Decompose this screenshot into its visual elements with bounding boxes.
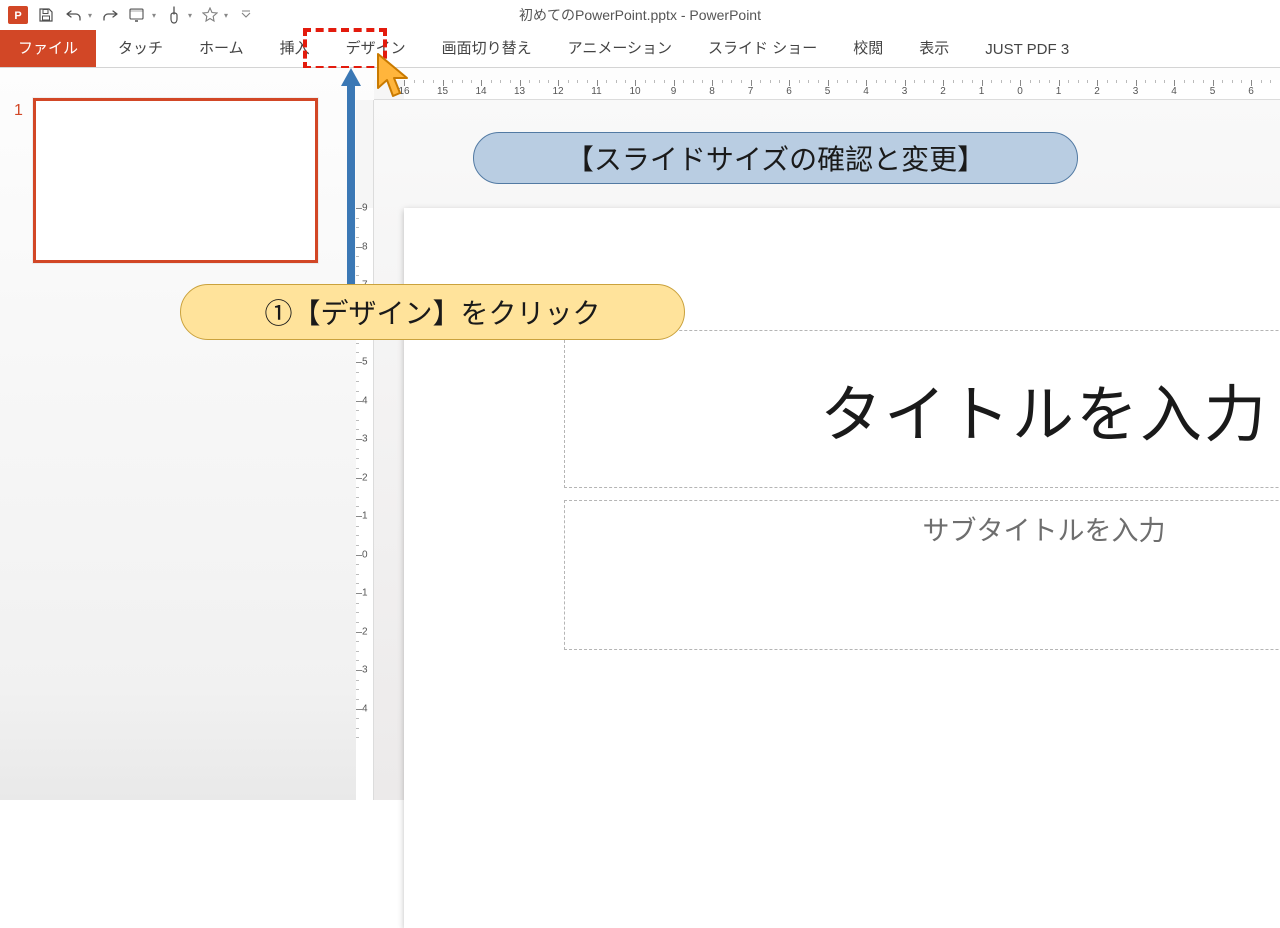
ruler-h-label: 2 <box>940 86 946 97</box>
ruler-v-label: 2 <box>362 472 368 483</box>
undo-icon[interactable] <box>62 4 86 26</box>
ruler-v-label: 3 <box>362 665 368 676</box>
tab-animations[interactable]: アニメーション <box>550 27 690 67</box>
ruler-h-label: 3 <box>902 86 908 97</box>
ruler-v-label: 8 <box>362 241 368 252</box>
tab-view[interactable]: 表示 <box>901 27 967 67</box>
ruler-h-label: 8 <box>709 86 715 97</box>
ruler-h-label: 15 <box>437 86 448 97</box>
annotation-step1-balloon: ①【デザイン】をクリック <box>180 284 685 340</box>
tab-justpdf[interactable]: JUST PDF 3 <box>967 31 1087 67</box>
slide-canvas[interactable]: タイトルを入力 サブタイトルを入力 <box>374 100 1280 800</box>
ruler-h-label: 0 <box>1017 86 1023 97</box>
ruler-horizontal[interactable]: 161514131211109876543210123456 <box>374 80 1280 100</box>
title-bar: P ▾ ▾ ▾ ▾ 初めてのPowerPoint.pptx - PowerPoi… <box>0 0 1280 30</box>
ruler-h-label: 11 <box>591 86 601 97</box>
favorite-star-icon[interactable] <box>198 4 222 26</box>
slideshow-dropdown-arrow-icon[interactable]: ▾ <box>152 11 156 20</box>
powerpoint-app-icon: P <box>6 3 30 27</box>
ruler-v-label: 9 <box>362 203 368 214</box>
slideshow-from-start-icon[interactable] <box>126 4 150 26</box>
touch-mode-icon[interactable] <box>162 4 186 26</box>
ruler-h-label: 10 <box>629 86 640 97</box>
title-placeholder-text: タイトルを入力 <box>820 364 1268 454</box>
ruler-h-label: 12 <box>552 86 563 97</box>
ruler-h-label: 14 <box>475 86 486 97</box>
ruler-h-label: 5 <box>825 86 831 97</box>
ruler-h-label: 6 <box>786 86 792 97</box>
customize-qat-icon[interactable] <box>234 4 258 26</box>
tab-slideshow[interactable]: スライド ショー <box>690 27 835 67</box>
ribbon-tabs: ファイル タッチ ホーム 挿入 デザイン 画面切り替え アニメーション スライド… <box>0 30 1280 68</box>
ruler-h-label: 2 <box>1094 86 1100 97</box>
ruler-h-label: 4 <box>1171 86 1177 97</box>
ruler-h-label: 1 <box>979 86 985 97</box>
star-dropdown-arrow-icon[interactable]: ▾ <box>224 11 228 20</box>
tab-insert[interactable]: 挿入 <box>262 27 328 67</box>
subtitle-placeholder[interactable]: サブタイトルを入力 <box>564 500 1280 650</box>
title-placeholder[interactable]: タイトルを入力 <box>564 330 1280 488</box>
ruler-vertical[interactable]: 98765432101234 <box>356 100 374 800</box>
tab-review[interactable]: 校閲 <box>835 27 901 67</box>
tab-file[interactable]: ファイル <box>0 27 96 67</box>
ruler-v-label: 5 <box>362 357 368 368</box>
ruler-h-label: 13 <box>514 86 525 97</box>
annotation-title-balloon: 【スライドサイズの確認と変更】 <box>473 132 1078 184</box>
ruler-v-label: 1 <box>362 511 368 522</box>
annotation-title-text: 【スライドサイズの確認と変更】 <box>566 138 985 178</box>
ruler-v-label: 4 <box>362 703 368 714</box>
ruler-v-label: 4 <box>362 395 368 406</box>
slide-thumbnail-1[interactable] <box>33 98 318 263</box>
undo-dropdown-arrow-icon[interactable]: ▾ <box>88 11 92 20</box>
ruler-v-label: 2 <box>362 626 368 637</box>
tab-home[interactable]: ホーム <box>181 27 262 67</box>
redo-icon[interactable] <box>98 4 122 26</box>
ruler-h-label: 16 <box>398 86 409 97</box>
ruler-h-label: 1 <box>1056 86 1062 97</box>
annotation-step1-text: ①【デザイン】をクリック <box>264 292 600 332</box>
tab-design[interactable]: デザイン <box>328 27 424 67</box>
touch-dropdown-arrow-icon[interactable]: ▾ <box>188 11 192 20</box>
tab-touch[interactable]: タッチ <box>100 27 181 67</box>
ruler-h-label: 7 <box>748 86 754 97</box>
ruler-h-label: 4 <box>863 86 869 97</box>
slide-thumbnail-panel: 1 <box>0 68 348 800</box>
ruler-v-label: 1 <box>362 588 368 599</box>
save-icon[interactable] <box>34 4 58 26</box>
ruler-h-label: 9 <box>671 86 677 97</box>
thumbnail-number: 1 <box>14 102 23 120</box>
subtitle-placeholder-text: サブタイトルを入力 <box>923 516 1166 546</box>
ruler-h-label: 5 <box>1210 86 1216 97</box>
ruler-v-label: 3 <box>362 434 368 445</box>
ruler-v-label: 0 <box>362 549 368 560</box>
ruler-h-label: 3 <box>1133 86 1139 97</box>
tab-transitions[interactable]: 画面切り替え <box>424 27 550 67</box>
workspace: 1 161514131211109876543210123456 9876543… <box>0 68 1280 800</box>
svg-text:P: P <box>14 10 21 22</box>
ruler-h-label: 6 <box>1248 86 1254 97</box>
quick-access-toolbar: P ▾ ▾ ▾ ▾ <box>0 3 258 27</box>
